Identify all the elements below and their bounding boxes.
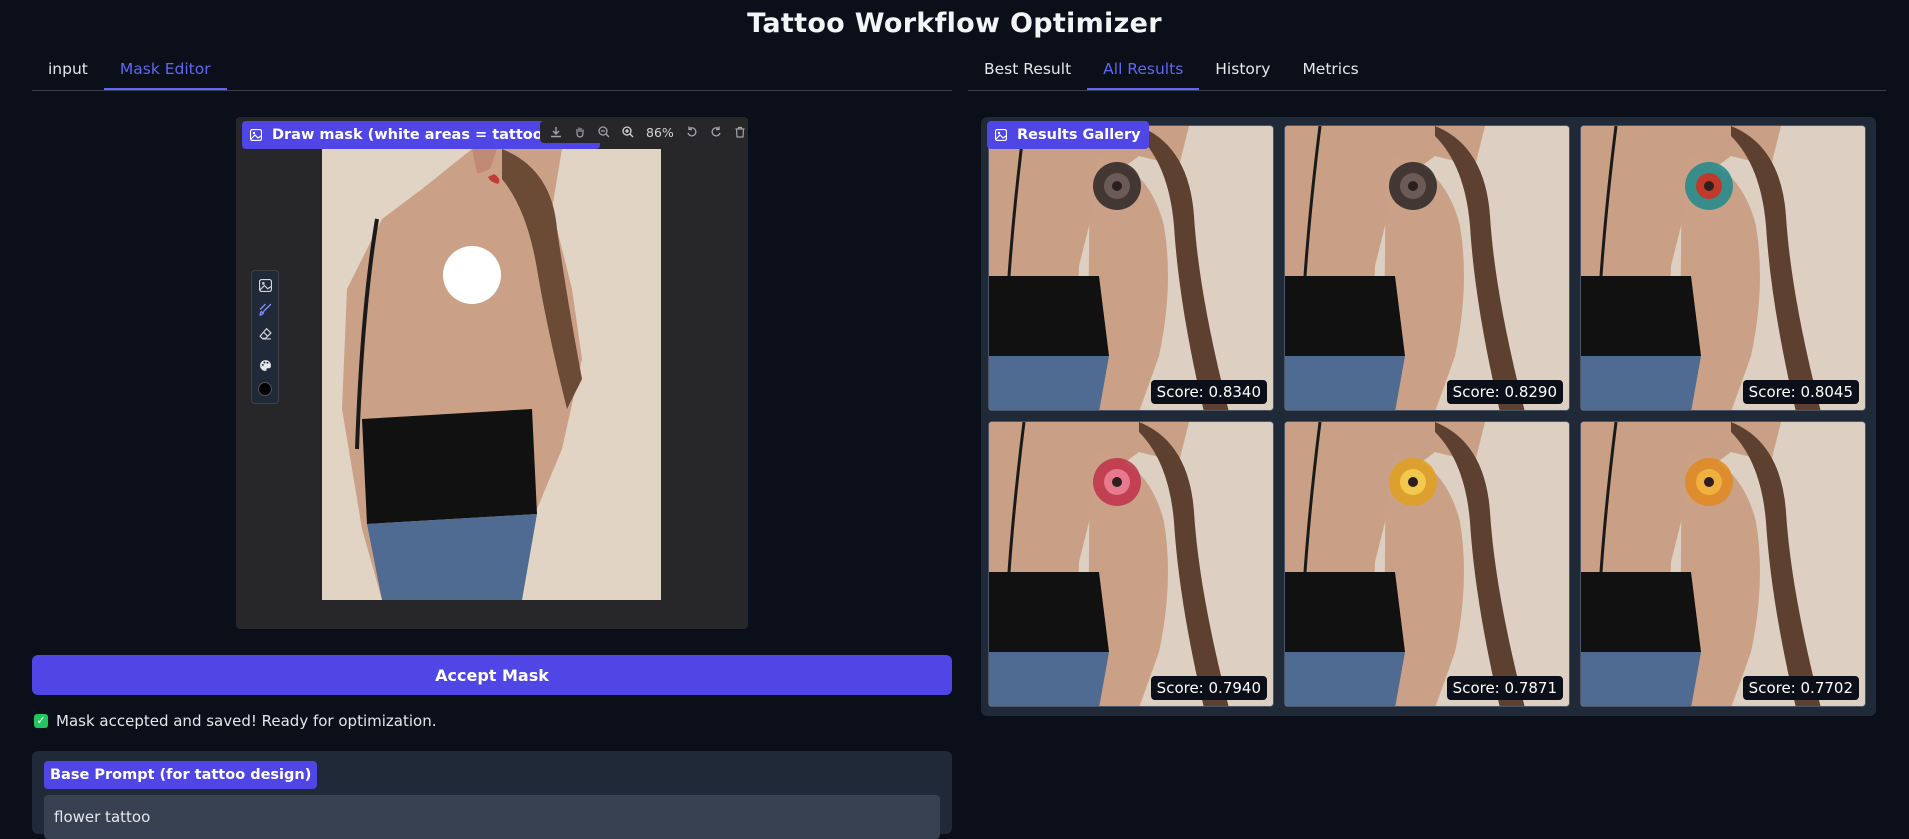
accept-mask-button[interactable]: Accept Mask: [32, 655, 952, 695]
tattoo-mark: [1389, 162, 1437, 210]
tattoo-mark: [1093, 162, 1141, 210]
tattoo-mark: [1685, 162, 1733, 210]
zoom-level: 86%: [646, 124, 674, 140]
page-title: Tattoo Workflow Optimizer: [747, 8, 1162, 39]
gallery-label-text: Results Gallery: [1017, 127, 1141, 143]
gallery-item[interactable]: Score: 0.8290: [1284, 125, 1570, 411]
woman-back-image: [322, 149, 661, 600]
tab-input[interactable]: input: [32, 50, 104, 90]
pan-icon[interactable]: [570, 122, 590, 142]
zoom-out-icon[interactable]: [594, 122, 614, 142]
zoom-in-icon[interactable]: [618, 122, 638, 142]
undo-icon[interactable]: [682, 122, 702, 142]
gallery-item[interactable]: Score: 0.7940: [988, 421, 1274, 707]
score-badge: Score: 0.8340: [1150, 380, 1267, 404]
redo-icon[interactable]: [706, 122, 726, 142]
result-image: [1285, 422, 1569, 706]
score-badge: Score: 0.7940: [1150, 676, 1267, 700]
result-image: [1581, 126, 1865, 410]
editor-toolbar: 86%: [540, 121, 748, 143]
tab-metrics[interactable]: Metrics: [1286, 50, 1374, 90]
image-icon: [250, 129, 262, 141]
image-icon: [995, 129, 1007, 141]
tool-rail: [251, 270, 279, 404]
status-text: Mask accepted and saved! Ready for optim…: [56, 712, 437, 730]
mask-stroke: [443, 246, 501, 304]
status-message: ✓ Mask accepted and saved! Ready for opt…: [34, 712, 436, 730]
palette-icon[interactable]: [255, 355, 275, 375]
gallery-item[interactable]: Score: 0.7871: [1284, 421, 1570, 707]
tab-history[interactable]: History: [1199, 50, 1286, 90]
color-swatch-icon[interactable]: [255, 379, 275, 399]
result-image: [989, 422, 1273, 706]
check-icon: ✓: [34, 714, 48, 728]
brush-icon[interactable]: [255, 299, 275, 319]
tab-mask-editor[interactable]: Mask Editor: [103, 50, 227, 90]
eraser-icon[interactable]: [255, 323, 275, 343]
gallery-label: Results Gallery: [987, 121, 1149, 149]
result-image: [1581, 422, 1865, 706]
tab-best-result[interactable]: Best Result: [968, 50, 1087, 90]
score-badge: Score: 0.7871: [1446, 676, 1563, 700]
left-tabbar: input Mask Editor: [32, 50, 952, 91]
source-image[interactable]: [322, 149, 661, 600]
download-icon[interactable]: [546, 122, 566, 142]
mask-editor-canvas[interactable]: Draw mask (white areas = tattoo placemen…: [236, 117, 748, 629]
score-badge: Score: 0.8290: [1446, 380, 1563, 404]
tab-all-results[interactable]: All Results: [1087, 50, 1200, 90]
gallery-item[interactable]: Score: 0.8045: [1580, 125, 1866, 411]
score-badge: Score: 0.8045: [1742, 380, 1859, 404]
trash-icon[interactable]: [730, 122, 748, 142]
prompt-label: Base Prompt (for tattoo design): [44, 761, 318, 789]
tattoo-mark: [1685, 458, 1733, 506]
tattoo-mark: [1389, 458, 1437, 506]
base-prompt-input[interactable]: [44, 795, 940, 839]
image-icon[interactable]: [255, 275, 275, 295]
score-badge: Score: 0.7702: [1742, 676, 1859, 700]
gallery-item[interactable]: Score: 0.8340: [988, 125, 1274, 411]
gallery-item[interactable]: Score: 0.7702: [1580, 421, 1866, 707]
right-tabbar: Best Result All Results History Metrics: [968, 50, 1886, 91]
result-image: [1285, 126, 1569, 410]
result-image: [989, 126, 1273, 410]
results-gallery: Score: 0.8340 Score: 0.8290 Score: 0.8045 S…: [981, 117, 1876, 716]
prompt-block: Base Prompt (for tattoo design): [32, 751, 952, 839]
tattoo-mark: [1093, 458, 1141, 506]
